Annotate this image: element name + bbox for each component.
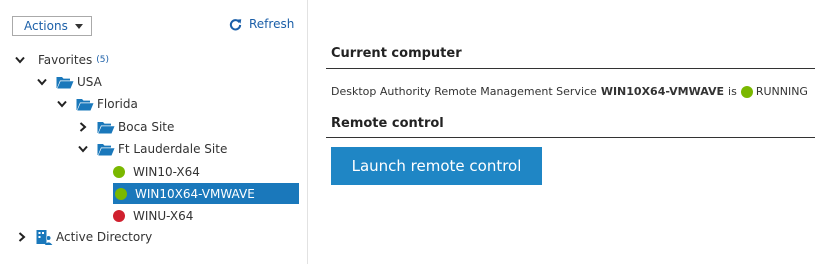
caret-down-icon xyxy=(75,24,83,29)
tree-node-usa[interactable]: USA xyxy=(36,72,102,92)
boca-site-label: Boca Site xyxy=(118,120,175,134)
refresh-icon xyxy=(229,18,242,30)
tree-node-active-directory[interactable]: Active Directory xyxy=(16,227,152,247)
launch-remote-control-button[interactable]: Launch remote control xyxy=(331,147,542,185)
folder-open-icon xyxy=(76,98,94,110)
chevron-right-icon[interactable] xyxy=(77,121,89,133)
chevron-down-icon[interactable] xyxy=(56,98,68,110)
refresh-link[interactable]: Refresh xyxy=(229,17,294,31)
computer-label: WIN10X64-VMWAVE xyxy=(135,186,255,201)
folder-open-icon xyxy=(97,121,115,133)
chevron-down-icon[interactable] xyxy=(14,54,26,66)
active-directory-icon xyxy=(36,230,53,245)
favorites-count: (5) xyxy=(96,55,109,65)
tree-node-ft-lauderdale-site[interactable]: Ft Lauderdale Site xyxy=(77,139,227,159)
actions-label: Actions xyxy=(24,19,68,33)
status-is: is xyxy=(728,85,737,98)
offline-status-icon xyxy=(113,209,125,222)
tree-node-computer[interactable]: WINU-X64 xyxy=(113,205,299,226)
florida-label: Florida xyxy=(97,97,138,111)
folder-open-icon xyxy=(97,143,115,155)
folder-open-icon xyxy=(56,76,74,88)
usa-label: USA xyxy=(77,75,102,89)
current-computer-heading: Current computer xyxy=(331,46,462,61)
navigation-pane: Actions Refresh Favorites (5) USA Florid… xyxy=(0,0,307,264)
remote-control-heading: Remote control xyxy=(331,116,444,131)
status-running: RUNNING xyxy=(755,85,808,98)
status-prefix: Desktop Authority Remote Management Serv… xyxy=(331,85,597,98)
computer-label: WIN10-X64 xyxy=(133,164,200,179)
online-status-icon xyxy=(113,165,125,178)
tree-node-florida[interactable]: Florida xyxy=(56,94,138,114)
running-status-icon xyxy=(740,85,753,98)
online-status-icon xyxy=(115,187,127,200)
tree-node-favorites[interactable]: Favorites (5) xyxy=(14,50,109,70)
refresh-label: Refresh xyxy=(249,17,295,31)
details-pane: Current computer Desktop Authority Remot… xyxy=(308,0,815,264)
active-directory-label: Active Directory xyxy=(56,230,153,244)
favorites-label: Favorites xyxy=(38,53,93,67)
chevron-right-icon[interactable] xyxy=(16,231,28,243)
computer-name: WIN10X64-VMWAVE xyxy=(600,85,725,98)
chevron-down-icon[interactable] xyxy=(77,143,89,155)
section-rule xyxy=(326,137,815,138)
tree-node-boca-site[interactable]: Boca Site xyxy=(77,117,174,137)
computer-label: WINU-X64 xyxy=(133,208,194,223)
service-status-line: Desktop Authority Remote Management Serv… xyxy=(331,85,808,98)
tree-node-computer-selected[interactable]: WIN10X64-VMWAVE xyxy=(113,183,299,204)
actions-dropdown[interactable]: Actions xyxy=(12,16,92,36)
tree-node-computer[interactable]: WIN10-X64 xyxy=(113,161,299,182)
chevron-down-icon[interactable] xyxy=(36,76,48,88)
ft-lauderdale-site-label: Ft Lauderdale Site xyxy=(118,142,228,156)
section-rule xyxy=(326,68,815,69)
